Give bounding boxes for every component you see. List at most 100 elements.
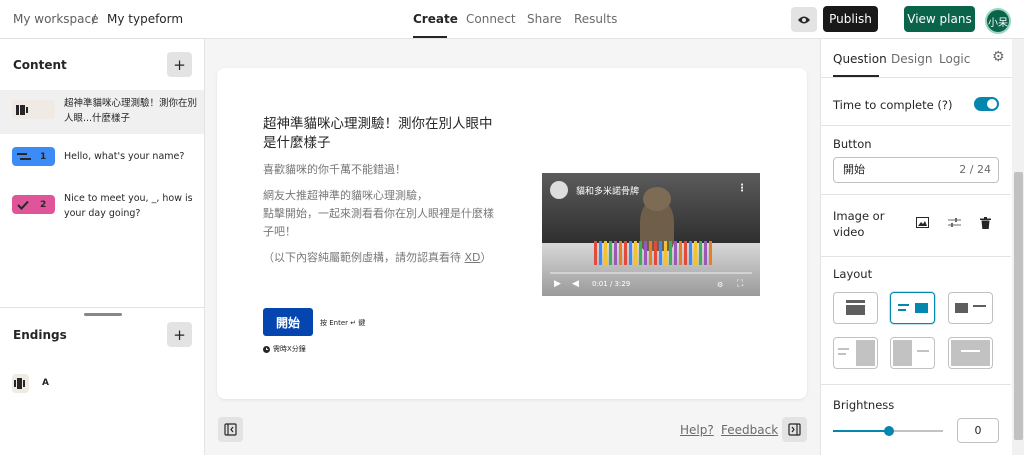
adjust-icon[interactable] [948,217,961,228]
ending-screen-icon [14,378,25,389]
video-time: 0:01 / 3:29 [592,280,631,288]
top-bar: My workspace / My typeform Create Connec… [0,0,1024,39]
toggle-knob [987,99,997,109]
domino [604,241,607,265]
question-number: 1 [40,151,47,162]
form-preview-canvas[interactable]: 超神準貓咪心理測驗！測你在別人眼中是什麼樣子 喜歡貓咪的你千萬不能錯過！ 網友大… [217,68,807,399]
tab-results[interactable]: Results [574,12,617,26]
description-line: 喜歡貓咪的你千萬不能錯過！ [263,163,406,176]
collapse-left-panel-button[interactable] [218,417,243,442]
domino [624,241,627,265]
button-label: Button [833,137,872,151]
time-to-complete-label: Time to complete (?) [833,98,953,112]
brightness-input[interactable]: 0 [957,418,999,443]
active-tab-indicator [413,36,447,38]
section-divider [821,125,1011,126]
section-divider [821,194,1011,195]
domino [694,241,697,265]
domino [599,241,602,265]
brightness-slider-knob[interactable] [884,426,894,436]
layout-option-wallpaper-right[interactable] [833,337,878,369]
play-icon[interactable]: ▶ [554,279,561,289]
publish-button[interactable]: Publish [823,6,878,32]
layout-stack-icon [846,300,865,315]
volume-icon[interactable]: ◀ [572,279,579,289]
settings-icon[interactable]: ⚙ [717,281,723,289]
description-line: 網友大推超神準的貓咪心理測驗， [263,189,428,202]
question-item-1[interactable]: 1 Hello, what's your name? [0,137,204,181]
domino [664,241,667,265]
channel-avatar[interactable] [550,181,568,199]
tab-connect[interactable]: Connect [466,12,516,26]
time-hint-text: 需時X分鐘 [273,345,306,353]
ending-badge [12,374,29,393]
cat-head [643,187,671,211]
help-link[interactable]: Help? [680,423,714,437]
enter-hint: 按 Enter ↵ 鍵 [320,319,366,327]
welcome-title[interactable]: 超神準貓咪心理測驗！測你在別人眼中是什麼樣子 [263,115,493,153]
domino [699,241,702,265]
endings-title: Endings [13,328,67,342]
avatar[interactable]: 小呆 [985,8,1011,34]
domino [644,241,647,265]
scroll-thumb[interactable] [1014,172,1023,440]
video-progress-bar[interactable] [550,272,752,274]
plus-icon: + [173,325,186,344]
button-text-input[interactable]: 開始 2 / 24 [833,157,999,183]
ending-item[interactable]: A [0,365,204,399]
collapse-right-icon [788,423,801,436]
feedback-link[interactable]: Feedback [721,423,778,437]
layout-label: Layout [833,267,873,281]
breadcrumb-workspace[interactable]: My workspace [13,12,99,26]
domino [679,241,682,265]
domino [704,241,707,265]
add-ending-button[interactable]: + [167,322,192,347]
collapse-left-icon [224,423,237,436]
layout-option-wallpaper-left[interactable] [890,337,935,369]
domino [629,241,632,265]
fullscreen-icon[interactable]: ⛶ [737,279,743,289]
breadcrumb-form[interactable]: My typeform [107,12,183,26]
layout-option-split-right[interactable] [890,292,935,324]
time-to-complete-toggle[interactable] [974,97,999,111]
tab-create[interactable]: Create [413,12,458,26]
layout-split-left-icon [955,303,986,313]
layout-option-background[interactable] [948,337,993,369]
tab-share[interactable]: Share [527,12,562,26]
domino [689,241,692,265]
domino [614,241,617,265]
tab-question[interactable]: Question [833,52,887,66]
short-text-icon [17,152,31,160]
question-item-2[interactable]: 2 Nice to meet you, _, how is your day g… [0,185,204,229]
ending-label: A [42,378,49,388]
more-options-icon[interactable]: ⋮ [737,183,747,194]
tab-design[interactable]: Design [891,52,932,66]
welcome-description[interactable]: 喜歡貓咪的你千萬不能錯過！ 網友大推超神準的貓咪心理測驗， 點擊開始，一起來測看… [263,161,503,267]
layout-option-stack[interactable] [833,292,878,324]
image-icon[interactable] [916,217,929,228]
disclaimer-close: ） [480,251,492,264]
question-item-welcome[interactable]: 超神準貓咪心理測驗！測你在別人眼...什麼樣子 [0,90,204,134]
domino [649,241,652,265]
settings-scrollbar[interactable] [1012,39,1024,455]
brightness-slider-rest [888,430,943,432]
resize-handle[interactable] [84,313,122,316]
collapse-right-panel-button[interactable] [782,417,807,442]
gear-icon[interactable]: ⚙ [992,49,1005,65]
question-number: 2 [40,199,47,210]
view-plans-button[interactable]: View plans [904,6,975,32]
tab-logic[interactable]: Logic [939,52,970,66]
domino [619,241,622,265]
domino [659,241,662,265]
image-or-video-label: Image or [833,209,885,223]
section-divider [821,384,1011,385]
domino [639,241,642,265]
preview-button[interactable] [791,7,817,32]
trash-icon[interactable] [980,217,991,229]
video-title[interactable]: 貓和多米諾骨牌 [576,184,639,197]
start-button[interactable]: 開始 [263,308,313,336]
layout-option-split-left[interactable] [948,292,993,324]
embedded-video[interactable]: 貓和多米諾骨牌 ⋮ ▶ ◀ 0:01 / 3:29 ⚙ ⛶ [542,173,760,296]
add-content-button[interactable]: + [167,52,192,77]
breadcrumb-separator: / [92,12,97,26]
